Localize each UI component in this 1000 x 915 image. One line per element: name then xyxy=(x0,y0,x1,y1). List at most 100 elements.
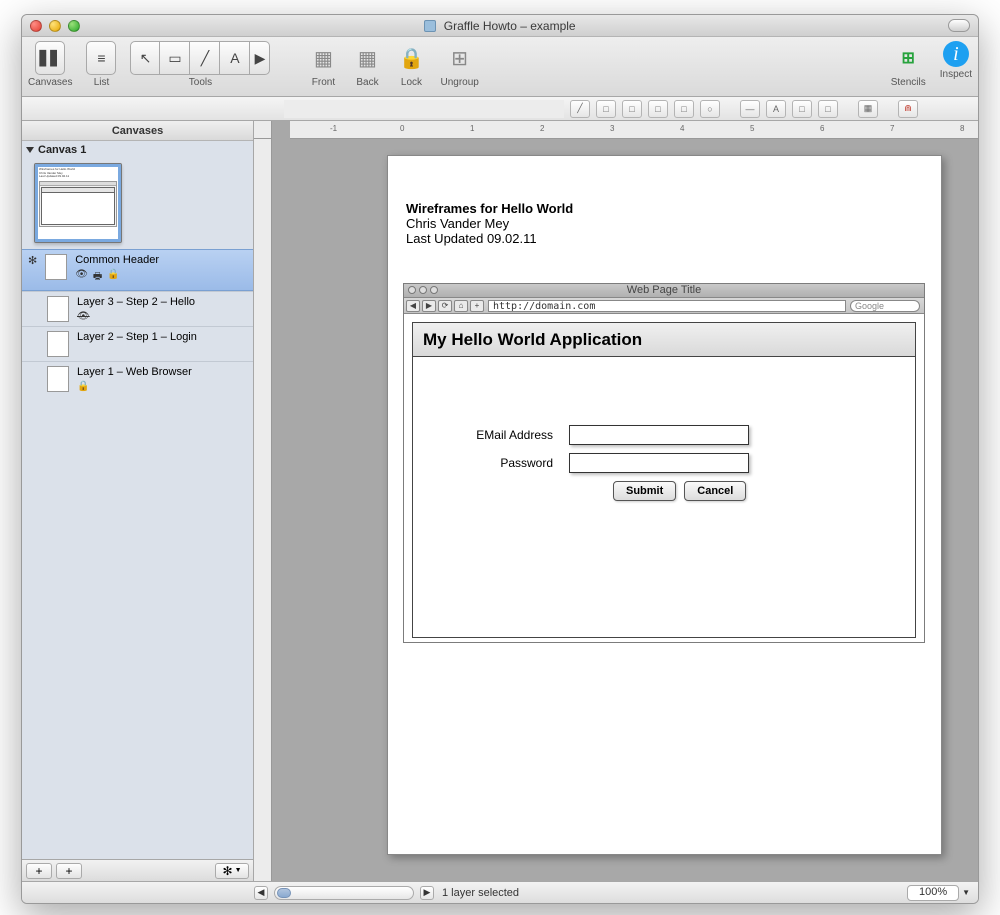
style-btn-8[interactable]: A xyxy=(766,100,786,118)
lock-label: Lock xyxy=(401,77,422,88)
canvases-label: Canvases xyxy=(28,77,72,88)
add-canvas-button[interactable]: + xyxy=(26,863,52,879)
shape-tool[interactable]: ▭ xyxy=(160,41,190,75)
minimize-window-button[interactable] xyxy=(49,20,61,32)
front-tool[interactable]: ▦ Front xyxy=(308,41,338,88)
browser-back-button[interactable]: ◀ xyxy=(406,300,420,312)
password-field[interactable] xyxy=(569,453,749,473)
sidebar-actions-menu[interactable]: ✻▼ xyxy=(215,863,249,879)
style-btn-4[interactable]: □ xyxy=(648,100,668,118)
browser-title: Web Page Title xyxy=(627,284,701,296)
list-tool[interactable]: ≡ List xyxy=(86,41,116,88)
style-btn-6[interactable]: ○ xyxy=(700,100,720,118)
layer-row[interactable]: Layer 1 – Web Browser 🔒 xyxy=(22,361,253,396)
canvas-page[interactable]: Wireframes for Hello World Chris Vander … xyxy=(387,155,942,855)
zoom-window-button[interactable] xyxy=(68,20,80,32)
canvas-thumbnail[interactable]: Wireframes for Hello WorldChris Vander M… xyxy=(34,163,122,243)
window-title: Graffle Howto – example xyxy=(22,19,978,33)
zoom-control[interactable]: 100% ▼ xyxy=(907,885,970,901)
style-btn-10[interactable]: □ xyxy=(818,100,838,118)
tools-label: Tools xyxy=(189,77,212,88)
style-btn-1[interactable]: ╱ xyxy=(570,100,590,118)
stencils-tool[interactable]: ⊞ Stencils xyxy=(891,41,926,88)
eye-icon[interactable]: 👁 xyxy=(75,269,88,286)
style-btn-5[interactable]: □ xyxy=(674,100,694,118)
tools-segment: ↖ ▭ ╱ A ▶ Tools xyxy=(130,41,270,88)
canvas-thumb-row: Wireframes for Hello WorldChris Vander M… xyxy=(22,159,253,249)
layer-row[interactable]: Layer 3 – Step 2 – Hello 👁 xyxy=(22,291,253,326)
style-btn-9[interactable]: □ xyxy=(792,100,812,118)
line-tool[interactable]: ╱ xyxy=(190,41,220,75)
password-label: Password xyxy=(453,456,553,470)
cancel-button[interactable]: Cancel xyxy=(684,481,746,501)
layer-row[interactable]: Layer 2 – Step 1 – Login xyxy=(22,326,253,361)
browser-url-field[interactable]: http://domain.com xyxy=(488,300,846,312)
ruler-tick: 1 xyxy=(470,124,474,133)
browser-forward-button[interactable]: ▶ xyxy=(422,300,436,312)
scroll-thumb[interactable] xyxy=(277,888,291,898)
canvas-title-row[interactable]: Canvas 1 xyxy=(22,141,253,159)
shared-layer-icon: ✻ xyxy=(28,254,37,267)
layer-info: Layer 3 – Step 2 – Hello 👁 xyxy=(77,296,195,322)
print-icon[interactable]: 🖶 xyxy=(93,269,102,286)
style-btn-3[interactable]: □ xyxy=(622,100,642,118)
sidebar: Canvases Canvas 1 Wireframes for Hello W… xyxy=(22,121,254,881)
browser-wireframe[interactable]: Web Page Title ◀ ▶ ⟳ ⌂ + http://domain.c… xyxy=(403,283,925,643)
page-updated: Last Updated 09.02.11 xyxy=(406,231,573,246)
text-tool[interactable]: A xyxy=(220,41,250,75)
stencils-label: Stencils xyxy=(891,77,926,88)
style-btn-2[interactable]: □ xyxy=(596,100,616,118)
ruler-tick: 6 xyxy=(820,124,824,133)
window-title-text: Graffle Howto – example xyxy=(444,19,576,33)
chevron-down-icon[interactable]: ▼ xyxy=(962,888,970,897)
list-icon[interactable]: ≡ xyxy=(86,41,116,75)
disclosure-triangle-icon[interactable] xyxy=(26,147,34,153)
layer-name: Layer 3 – Step 2 – Hello xyxy=(77,296,195,308)
selection-tool[interactable]: ↖ xyxy=(130,41,160,75)
app-window: Graffle Howto – example ▋▋ Canvases ≡ Li… xyxy=(21,14,979,904)
style-btn-7[interactable]: — xyxy=(740,100,760,118)
ruler-tick: 3 xyxy=(610,124,614,133)
canvas-viewport[interactable]: Wireframes for Hello World Chris Vander … xyxy=(272,139,978,881)
lock-icon: 🔒 xyxy=(396,41,426,75)
ruler-vertical[interactable] xyxy=(254,139,272,881)
ungroup-tool[interactable]: ⊞ Ungroup xyxy=(440,41,478,88)
inspect-tool[interactable]: i Inspect xyxy=(940,41,972,80)
browser-home-button[interactable]: ⌂ xyxy=(454,300,468,312)
back-tool[interactable]: ▦ Back xyxy=(352,41,382,88)
scroll-right-button[interactable]: ▶ xyxy=(420,886,434,900)
list-label: List xyxy=(94,77,110,88)
body-row: Canvases Canvas 1 Wireframes for Hello W… xyxy=(22,121,978,881)
add-layer-button[interactable]: + xyxy=(56,863,82,879)
inspect-label: Inspect xyxy=(940,69,972,80)
browser-add-button[interactable]: + xyxy=(470,300,484,312)
layer-name: Layer 1 – Web Browser xyxy=(77,366,192,378)
close-window-button[interactable] xyxy=(30,20,42,32)
layer-name: Layer 2 – Step 1 – Login xyxy=(77,331,197,343)
submit-button[interactable]: Submit xyxy=(613,481,676,501)
traffic-lights xyxy=(30,20,80,32)
magnet-button[interactable]: ⋒ xyxy=(898,100,918,118)
lock-tool[interactable]: 🔒 Lock xyxy=(396,41,426,88)
login-form: EMail Address Password Submit xyxy=(453,425,749,501)
style-btn-11[interactable]: ▦ xyxy=(858,100,878,118)
canvases-icon[interactable]: ▋▋ xyxy=(35,41,65,75)
layer-thumbnail xyxy=(47,296,69,322)
canvas-area: -1 0 1 2 3 4 5 6 7 8 Wireframe xyxy=(254,121,978,881)
lock-icon[interactable]: 🔒 xyxy=(107,269,119,286)
horizontal-scrollbar[interactable] xyxy=(274,886,414,900)
toolbar-toggle-button[interactable] xyxy=(948,19,970,32)
ruler-horizontal[interactable]: -1 0 1 2 3 4 5 6 7 8 xyxy=(290,121,978,139)
layer-row[interactable]: ✻ Common Header 👁 🖶 🔒 xyxy=(22,249,253,291)
inspect-icon: i xyxy=(943,41,969,67)
lock-icon[interactable]: 🔒 xyxy=(77,381,89,392)
page-author: Chris Vander Mey xyxy=(406,216,573,231)
scroll-left-button[interactable]: ◀ xyxy=(254,886,268,900)
email-field[interactable] xyxy=(569,425,749,445)
expand-tool[interactable]: ▶ xyxy=(250,41,270,75)
hidden-icon[interactable]: 👁 xyxy=(77,311,90,322)
zoom-value[interactable]: 100% xyxy=(907,885,959,901)
browser-search-field[interactable]: Google xyxy=(850,300,920,312)
browser-reload-button[interactable]: ⟳ xyxy=(438,300,452,312)
canvases-tool[interactable]: ▋▋ Canvases xyxy=(28,41,72,88)
